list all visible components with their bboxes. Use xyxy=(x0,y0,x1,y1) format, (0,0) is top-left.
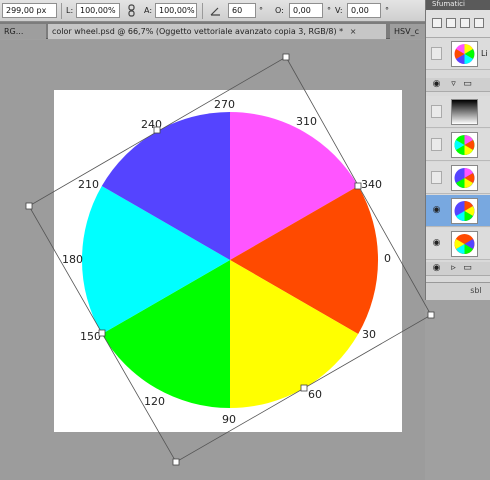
degree-label: 60 xyxy=(308,388,322,401)
degree-label: 340 xyxy=(361,178,382,191)
layer-thumbnail xyxy=(451,165,478,191)
degree-label: 150 xyxy=(80,330,101,343)
tab-label: color wheel.psd @ 66,7% (Oggetto vettori… xyxy=(52,27,344,36)
layer-thumbnail xyxy=(451,99,478,125)
layer-group-row[interactable]: ◉ ▿ ▭ xyxy=(426,78,490,92)
transform-handle[interactable] xyxy=(282,53,290,61)
v-skew-field[interactable]: 0,00 xyxy=(347,3,381,18)
degree-label: 210 xyxy=(78,178,99,191)
lock-position-icon[interactable] xyxy=(460,18,470,28)
layer-group-row[interactable]: ◉ ▹ ▭ xyxy=(426,262,490,276)
transform-handle[interactable] xyxy=(354,182,362,190)
layer-row[interactable] xyxy=(426,162,490,194)
degree-label: 90 xyxy=(222,413,236,426)
v-label: V: xyxy=(335,6,343,15)
transform-handle[interactable] xyxy=(427,311,435,319)
layer-row[interactable] xyxy=(426,96,490,128)
document-tab-bar: RG... color wheel.psd @ 66,7% (Oggetto v… xyxy=(0,22,425,39)
visibility-toggle[interactable] xyxy=(431,47,442,60)
tab-label: HSV_c xyxy=(394,27,419,36)
degree-sign: ° xyxy=(327,6,331,15)
layer-thumbnail xyxy=(451,132,478,158)
h-skew-field[interactable]: 0,00 xyxy=(289,3,323,18)
layer-row[interactable]: Li xyxy=(426,38,490,70)
transform-handle[interactable] xyxy=(153,126,161,134)
visibility-toggle[interactable] xyxy=(431,138,442,151)
options-bar: 299,00 px L: 100,00% A: 100,00% 60 ° O: … xyxy=(0,0,490,22)
eye-icon[interactable]: ◉ xyxy=(431,264,442,273)
o-label: O: xyxy=(275,6,284,15)
transform-handle[interactable] xyxy=(172,458,180,466)
scale-width-field[interactable]: 100,00% xyxy=(76,3,120,18)
transform-handle[interactable] xyxy=(300,384,308,392)
lock-transparency-icon[interactable] xyxy=(432,18,442,28)
scale-height-field[interactable]: 100,00% xyxy=(155,3,197,18)
tab-hsv[interactable]: HSV_c xyxy=(390,24,425,39)
chevron-down-icon[interactable]: ▿ xyxy=(448,80,459,89)
visibility-toggle[interactable] xyxy=(431,105,442,118)
panel-footer: sbl xyxy=(426,282,490,300)
layer-row[interactable] xyxy=(426,129,490,161)
separator xyxy=(202,3,203,19)
degree-label: 0 xyxy=(384,252,391,265)
layer-thumbnail xyxy=(451,198,478,224)
degree-label: 30 xyxy=(362,328,376,341)
panel-toolbar xyxy=(426,10,490,38)
lock-all-icon[interactable] xyxy=(474,18,484,28)
width-field[interactable]: 299,00 px xyxy=(2,3,57,18)
angle-unit: ° xyxy=(259,6,263,15)
layer-row[interactable]: ◉ xyxy=(426,228,490,260)
panel-header: Sfumatici xyxy=(426,0,490,10)
separator xyxy=(61,3,62,19)
lock-pixels-icon[interactable] xyxy=(446,18,456,28)
tab-label: RG... xyxy=(4,27,24,36)
eye-icon[interactable]: ◉ xyxy=(431,206,442,215)
degree-label: 120 xyxy=(144,395,165,408)
folder-icon: ▭ xyxy=(463,79,472,89)
close-icon[interactable]: × xyxy=(350,27,357,36)
degree-label: 180 xyxy=(62,253,83,266)
a-label: A: xyxy=(144,6,153,15)
layer-name: Li xyxy=(481,49,488,58)
l-label: L: xyxy=(66,6,74,15)
eye-icon[interactable]: ◉ xyxy=(431,239,442,248)
folder-icon: ▭ xyxy=(463,263,472,273)
degree-label: 270 xyxy=(214,98,235,111)
rotate-angle-icon xyxy=(210,4,221,17)
layer-thumbnail xyxy=(451,231,478,257)
tab-rgb[interactable]: RG... xyxy=(0,24,46,39)
layer-thumbnail xyxy=(451,41,478,67)
link-icon[interactable] xyxy=(126,4,137,17)
layers-panel: Sfumatici Li ◉ ▿ ▭ ◉ ◉ ◉ ▹ ▭ sbl xyxy=(425,0,490,300)
degree-sign: ° xyxy=(385,6,389,15)
angle-field[interactable]: 60 xyxy=(228,3,256,18)
layer-row-selected[interactable]: ◉ xyxy=(426,195,490,227)
eye-icon[interactable]: ◉ xyxy=(431,80,442,89)
color-wheel xyxy=(81,112,379,408)
chevron-right-icon[interactable]: ▹ xyxy=(448,264,459,273)
panel-footer-label: sbl xyxy=(470,286,482,295)
panel-title: Sfumatici xyxy=(432,0,465,8)
degree-label: 310 xyxy=(296,115,317,128)
visibility-toggle[interactable] xyxy=(431,171,442,184)
transform-handle[interactable] xyxy=(25,202,33,210)
tab-color-wheel[interactable]: color wheel.psd @ 66,7% (Oggetto vettori… xyxy=(48,24,386,39)
transform-handle[interactable] xyxy=(98,329,106,337)
